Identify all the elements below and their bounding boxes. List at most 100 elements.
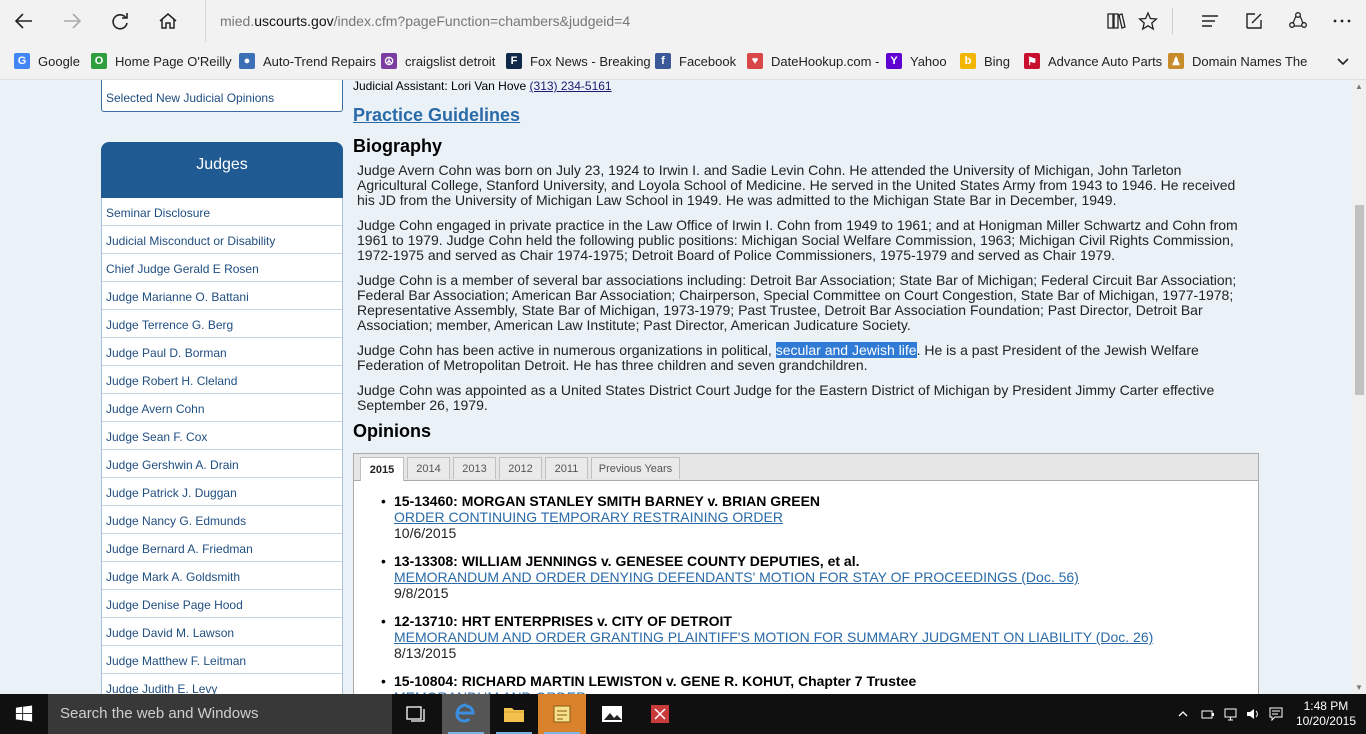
share-icon[interactable] <box>1281 6 1315 36</box>
sidebar-judge-link[interactable]: Judge Avern Cohn <box>102 394 342 422</box>
opinion-link[interactable]: ORDER CONTINUING TEMPORARY RESTRAINING O… <box>394 509 1254 525</box>
favorite-label: Domain Names The <box>1192 53 1308 69</box>
year-tab[interactable]: 2013 <box>453 457 496 479</box>
favorite-link[interactable]: ♟ Domain Names The <box>1168 52 1307 70</box>
year-tabstrip: 2015 2014 2013 2012 2011 Previous Years <box>354 454 1258 481</box>
reading-view-icon[interactable] <box>1099 6 1133 36</box>
scroll-down-icon[interactable]: ▼ <box>1355 683 1363 692</box>
favorite-label: Advance Auto Parts <box>1048 53 1163 69</box>
foxnews-icon: F <box>506 53 522 69</box>
forward-icon[interactable] <box>56 6 88 36</box>
favorite-link[interactable]: ♥ DateHookup.com - <box>747 52 879 70</box>
opinions-tabs: 2015 2014 2013 2012 2011 Previous Years • 15-1… <box>353 453 1259 694</box>
more-icon[interactable] <box>1325 6 1359 36</box>
globe-icon: ● <box>239 53 255 69</box>
hub-icon[interactable] <box>1193 6 1227 36</box>
outlook-app-icon[interactable] <box>538 694 586 734</box>
opinion-link[interactable]: MEMORANDUM AND ORDER DENYING DEFENDANTS'… <box>394 569 1254 585</box>
favorite-link[interactable]: b Bing <box>960 52 1010 70</box>
address-bar[interactable]: mied. uscourts.gov/index.cfm?pageFunction… <box>205 0 1085 42</box>
bullet: • <box>381 613 386 629</box>
sidebar-judge-link[interactable]: Judge Paul D. Borman <box>102 338 342 366</box>
sidebar-judge-link[interactable]: Judge Matthew F. Leitman <box>102 646 342 674</box>
year-tab[interactable]: Previous Years <box>591 457 680 479</box>
favorite-label: Bing <box>984 53 1011 69</box>
favorite-link[interactable]: f Facebook <box>655 52 736 70</box>
taskbar-clock[interactable]: 1:48 PM 10/20/2015 <box>1296 699 1356 729</box>
case-title: 15-10804: RICHARD MARTIN LEWISTON v. GEN… <box>394 673 917 689</box>
sidebar-judge-link[interactable]: Chief Judge Gerald E Rosen <box>102 254 342 282</box>
photos-app-icon[interactable] <box>588 694 636 734</box>
favorite-label: Yahoo <box>910 53 947 69</box>
sidebar-judge-link[interactable]: Judge Terrence G. Berg <box>102 310 342 338</box>
volume-icon[interactable] <box>1242 694 1264 734</box>
chevron-up-icon[interactable] <box>1172 694 1194 734</box>
task-view-icon[interactable] <box>392 694 440 734</box>
sidebar-judge-link[interactable]: Judge Patrick J. Duggan <box>102 478 342 506</box>
year-tab[interactable]: 2012 <box>499 457 542 479</box>
favorite-link[interactable]: ☮ craigslist detroit <box>381 52 495 70</box>
refresh-icon[interactable] <box>104 6 136 36</box>
favorite-star-icon[interactable] <box>1131 6 1165 36</box>
favorite-label: craigslist detroit <box>405 53 496 69</box>
presentation-app-icon[interactable] <box>636 694 684 734</box>
opinion-link[interactable]: MEMORANDUM AND ORDER GRANTING PLAINTIFF'… <box>394 629 1254 645</box>
opinion-date: 8/13/2015 <box>394 645 457 661</box>
taskbar-search-input[interactable]: Search the web and Windows <box>48 694 392 734</box>
favorite-link[interactable]: ● Auto-Trend Repairs <box>239 52 376 70</box>
favorite-label: Home Page O'Reilly <box>115 53 232 69</box>
sidebar-judge-link[interactable]: Judge Judith E. Levy <box>102 674 342 694</box>
bullet: • <box>381 553 386 569</box>
page-viewport: Selected New Judicial Opinions Judges Se… <box>0 80 1353 694</box>
web-note-icon[interactable] <box>1237 6 1271 36</box>
opinion-date: 9/8/2015 <box>394 585 449 601</box>
sidebar-judge-link[interactable]: Seminar Disclosure <box>102 198 342 226</box>
sidebar-judge-link[interactable]: Judge Nancy G. Edmunds <box>102 506 342 534</box>
sidebar-judge-link[interactable]: Judge Mark A. Goldsmith <box>102 562 342 590</box>
oreilly-icon: O <box>91 53 107 69</box>
favorite-label: Google <box>38 53 80 69</box>
browser-toolbar: mied. uscourts.gov/index.cfm?pageFunction… <box>0 0 1366 42</box>
year-tab[interactable]: 2011 <box>545 457 588 479</box>
action-center-icon[interactable] <box>1264 694 1288 734</box>
favorite-link[interactable]: F Fox News - Breaking <box>506 52 651 70</box>
selected-opinions-link[interactable]: Selected New Judicial Opinions <box>101 80 343 112</box>
favorite-link[interactable]: Y Yahoo <box>886 52 947 70</box>
list-item: • 13-13308: WILLIAM JENNINGS v. GENESEE C… <box>381 553 1254 601</box>
year-tab[interactable]: 2014 <box>407 457 450 479</box>
favorite-link[interactable]: ⚑ Advance Auto Parts <box>1024 52 1162 70</box>
windows-start-icon[interactable] <box>0 694 48 734</box>
sidebar-judge-link[interactable]: Judge Bernard A. Friedman <box>102 534 342 562</box>
chevron-down-icon[interactable] <box>1334 52 1352 70</box>
sidebar-judge-link[interactable]: Judicial Misconduct or Disability <box>102 226 342 254</box>
opinion-date: 10/6/2015 <box>394 525 457 541</box>
judges-list: Seminar Disclosure Judicial Misconduct or… <box>101 198 343 694</box>
vertical-scrollbar[interactable]: ▲ ▼ <box>1353 80 1366 694</box>
assistant-phone-link[interactable]: (313) 234-5161 <box>530 80 612 93</box>
sidebar-judge-link[interactable]: Judge Sean F. Cox <box>102 422 342 450</box>
sidebar-judge-link[interactable]: Judge Robert H. Cleland <box>102 366 342 394</box>
year-tab[interactable]: 2015 <box>360 457 404 481</box>
power-icon[interactable] <box>1196 694 1220 734</box>
opinions-heading: Opinions <box>353 421 431 441</box>
network-icon[interactable] <box>1220 694 1242 734</box>
list-item: • 15-10804: RICHARD MARTIN LEWISTON v. GE… <box>381 673 1254 694</box>
favorite-link[interactable]: G Google <box>14 52 80 70</box>
home-icon[interactable] <box>152 6 184 36</box>
sidebar-judge-link[interactable]: Judge Gershwin A. Drain <box>102 450 342 478</box>
edge-browser-icon[interactable] <box>442 694 490 734</box>
favorite-label: Auto-Trend Repairs <box>263 53 376 69</box>
domain-icon: ♟ <box>1168 53 1184 69</box>
scroll-thumb[interactable] <box>1355 205 1364 395</box>
file-explorer-icon[interactable] <box>490 694 538 734</box>
practice-guidelines-link[interactable]: Practice Guidelines <box>353 105 520 126</box>
sidebar-judge-link[interactable]: Judge Denise Page Hood <box>102 590 342 618</box>
favorites-bar: G Google O Home Page O'Reilly ● Auto-Trend Re… <box>0 42 1366 80</box>
yahoo-icon: Y <box>886 53 902 69</box>
scroll-up-icon[interactable]: ▲ <box>1355 82 1363 91</box>
sidebar-judge-link[interactable]: Judge Marianne O. Battani <box>102 282 342 310</box>
bio-paragraph: Judge Cohn engaged in private practice i… <box>357 217 1238 263</box>
favorite-link[interactable]: O Home Page O'Reilly <box>91 52 232 70</box>
sidebar-judge-link[interactable]: Judge David M. Lawson <box>102 618 342 646</box>
back-icon[interactable] <box>8 6 40 36</box>
